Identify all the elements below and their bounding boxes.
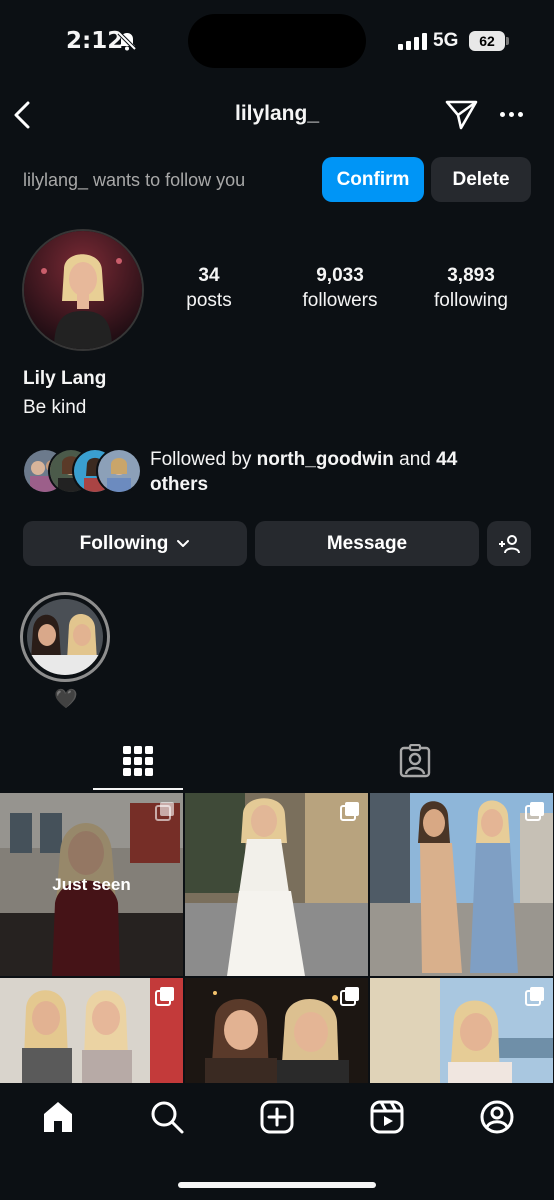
create-icon[interactable] (259, 1099, 295, 1135)
profile-name: Lily Lang (23, 368, 107, 389)
followed-by-count: 44 (436, 449, 458, 470)
home-icon[interactable] (40, 1099, 76, 1135)
followed-by-suffix: others (150, 474, 209, 495)
battery-tip (506, 37, 509, 45)
message-button-label: Message (326, 532, 408, 554)
multiple-photos-icon (525, 987, 544, 1006)
profile-icon[interactable] (479, 1099, 515, 1135)
post-thumbnail[interactable]: Just seen (0, 793, 183, 976)
followed-by-user: north_goodwin (256, 449, 394, 470)
home-indicator[interactable] (178, 1182, 376, 1188)
multiple-photos-icon (155, 802, 174, 821)
followed-by-text[interactable]: Followed by north_goodwin and 44 others (150, 447, 540, 497)
add-user-icon (499, 534, 520, 553)
followers-count: 9,033 (316, 265, 364, 286)
profile-tabs (0, 735, 554, 791)
following-count: 3,893 (447, 265, 495, 286)
profile-header: lilylang_ (0, 90, 554, 140)
just-seen-label: Just seen (52, 874, 131, 894)
post-thumbnail[interactable] (370, 978, 553, 1083)
follow-request-bar: lilylang_ wants to follow you Confirm De… (0, 157, 554, 203)
post-thumbnail[interactable] (185, 978, 368, 1083)
mutual-followers-avatars[interactable] (22, 448, 142, 496)
posts-label: posts (186, 290, 232, 311)
post-thumbnail[interactable] (185, 793, 368, 976)
signal-icon (398, 32, 427, 50)
following-stat[interactable]: 3,893 following (420, 265, 522, 312)
paper-plane-icon[interactable] (444, 97, 480, 131)
story-highlight[interactable] (20, 592, 110, 682)
add-user-button[interactable] (487, 521, 531, 566)
highlight-cover (27, 599, 103, 675)
status-bar: 2:12 5G 62 (0, 0, 554, 80)
avatar (96, 448, 142, 494)
grid-icon[interactable] (122, 745, 154, 777)
post-thumbnail[interactable] (0, 978, 183, 1083)
dynamic-island (188, 14, 366, 68)
active-tab-indicator (93, 788, 183, 790)
posts-grid: Just seen (0, 793, 554, 1083)
followed-by-middle: and (393, 449, 437, 470)
profile-avatar[interactable] (22, 229, 144, 351)
confirm-button[interactable]: Confirm (322, 157, 424, 202)
status-time: 2:12 (66, 28, 124, 54)
reels-icon[interactable] (369, 1099, 405, 1135)
following-button[interactable]: Following (23, 521, 247, 566)
profile-bio: Be kind (23, 397, 87, 418)
following-label: following (434, 290, 508, 311)
posts-stat: 34 posts (174, 265, 244, 312)
muted-bell-icon (117, 31, 137, 51)
follow-request-text: lilylang_ wants to follow you (23, 170, 246, 190)
bottom-navigation (0, 1083, 554, 1200)
multiple-photos-icon (340, 802, 359, 821)
followers-label: followers (302, 290, 378, 311)
delete-button[interactable]: Delete (431, 157, 531, 202)
followers-stat[interactable]: 9,033 followers (290, 265, 390, 312)
message-button[interactable]: Message (255, 521, 479, 566)
followed-by-prefix: Followed by (150, 449, 257, 470)
battery-icon: 62 (469, 31, 505, 51)
multiple-photos-icon (340, 987, 359, 1006)
multiple-photos-icon (155, 987, 174, 1006)
tagged-person-icon[interactable] (399, 744, 431, 778)
highlight-label: 🖤 (54, 689, 78, 710)
post-thumbnail[interactable] (370, 793, 553, 976)
multiple-photos-icon (525, 802, 544, 821)
search-icon[interactable] (149, 1099, 185, 1135)
following-button-label: Following (79, 532, 169, 554)
avatar-photo (24, 231, 142, 349)
more-horizontal-icon[interactable] (500, 112, 523, 117)
profile-actions: Following Message (0, 521, 554, 567)
posts-count: 34 (198, 265, 220, 286)
chevron-down-icon (177, 539, 190, 547)
network-type: 5G (433, 30, 459, 51)
